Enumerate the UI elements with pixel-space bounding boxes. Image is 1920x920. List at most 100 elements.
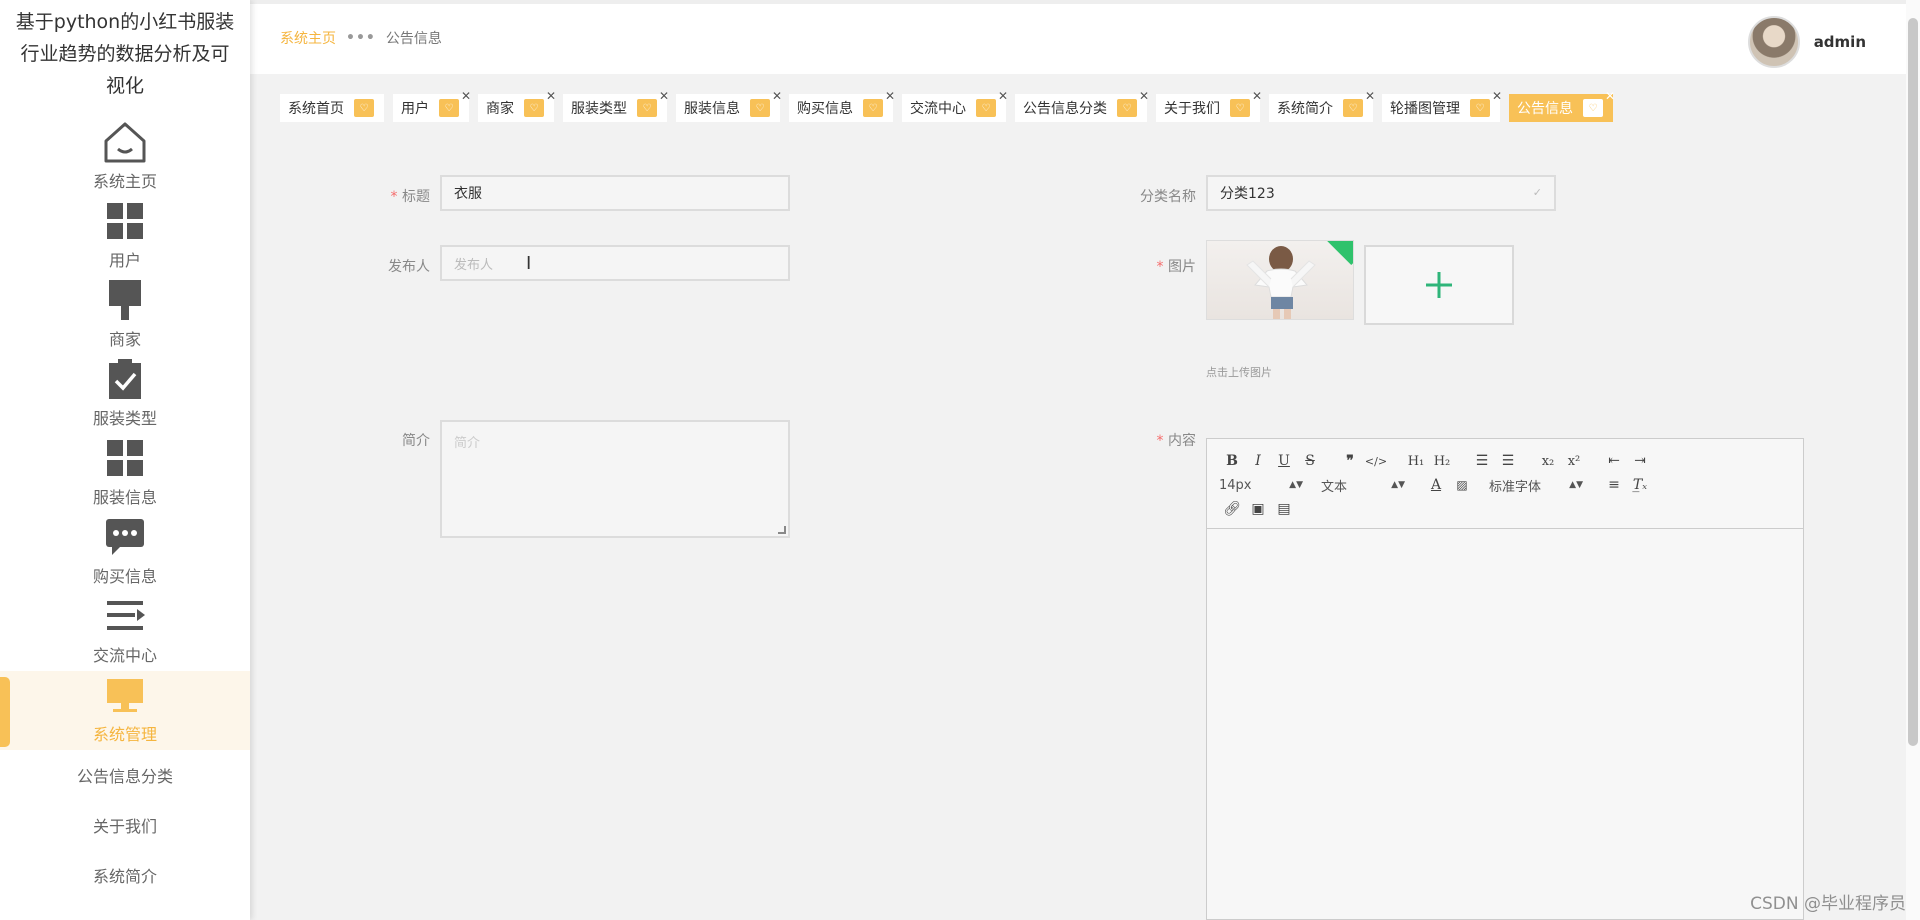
tab-badge-icon: ♡ [1230, 99, 1250, 117]
tab-clothing-types[interactable]: 服装类型 ♡ ✕ [563, 89, 669, 122]
category-value: 分类123 [1220, 186, 1275, 202]
content-label: 内容 [1106, 430, 1196, 450]
tab-system-home[interactable]: 系统首页 ♡ [280, 94, 384, 122]
sidebar-item-exchange[interactable]: 交流中心 [0, 592, 250, 671]
strikethrough-icon[interactable]: S [1297, 453, 1323, 469]
publisher-input[interactable]: 发布人 I [440, 245, 790, 281]
tab-badge-icon: ♡ [439, 99, 459, 117]
tab-carousel[interactable]: 轮播图管理 ♡ ✕ [1382, 89, 1502, 122]
updown-arrow-icon: ▲▼ [1289, 480, 1303, 490]
font-color-icon[interactable]: A [1423, 477, 1449, 493]
clothing-photo-image [1246, 246, 1316, 319]
background-color-icon[interactable]: ▨ [1449, 478, 1475, 492]
scrollbar-thumb[interactable] [1908, 18, 1918, 746]
tab-about-us[interactable]: 关于我们 ♡ ✕ [1156, 89, 1262, 122]
superscript-icon[interactable]: x² [1561, 454, 1587, 469]
ordered-list-icon[interactable]: ☰ [1469, 453, 1495, 469]
subscript-icon[interactable]: x₂ [1535, 454, 1561, 469]
close-icon[interactable]: ✕ [1252, 89, 1262, 103]
chevron-down-icon: ✓ [1532, 186, 1542, 199]
align-icon[interactable]: ≡ [1601, 477, 1627, 493]
monitor-icon [101, 671, 149, 719]
sidebar-item-clothing-info[interactable]: 服装信息 [0, 434, 250, 513]
tab-notice-categories[interactable]: 公告信息分类 ♡ ✕ [1015, 89, 1149, 122]
breadcrumb: 系统主页 ••• 公告信息 [280, 28, 442, 48]
tab-badge-icon: ♡ [976, 99, 996, 117]
heading2-icon[interactable]: H₂ [1429, 454, 1455, 469]
video-icon[interactable]: ▤ [1271, 501, 1297, 517]
tab-label: 公告信息分类 [1023, 101, 1107, 117]
sidebar-subitem-system-intro[interactable]: 系统简介 [0, 850, 250, 900]
sidebar-subitem-about-us[interactable]: 关于我们 [0, 800, 250, 850]
font-size-select[interactable]: 14px ▲▼ [1219, 478, 1303, 493]
upload-hint: 点击上传图片 [1206, 366, 1272, 379]
close-icon[interactable]: ✕ [546, 89, 556, 103]
italic-icon[interactable]: I [1245, 453, 1271, 469]
sidebar-item-merchants[interactable]: 商家 [0, 276, 250, 355]
blockquote-icon[interactable]: ❞ [1337, 453, 1363, 469]
editor-content-area[interactable] [1207, 529, 1803, 919]
clear-format-icon[interactable]: T̲ₓ [1627, 477, 1653, 493]
breadcrumb-home[interactable]: 系统主页 [280, 28, 336, 48]
uploaded-image-thumbnail[interactable] [1206, 240, 1354, 320]
code-block-icon[interactable]: </> [1363, 455, 1389, 468]
tab-label: 用户 [401, 101, 429, 117]
close-icon[interactable]: ✕ [659, 89, 669, 103]
close-icon[interactable]: ✕ [1365, 89, 1375, 103]
tab-users[interactable]: 用户 ♡ ✕ [393, 89, 471, 122]
tab-clothing-info[interactable]: 服装信息 ♡ ✕ [676, 89, 782, 122]
underline-icon[interactable]: U [1271, 453, 1297, 469]
title-input[interactable]: 衣服 [440, 175, 790, 211]
indent-icon[interactable]: ⇥ [1627, 453, 1653, 469]
outdent-icon[interactable]: ⇤ [1601, 453, 1627, 469]
close-icon[interactable]: ✕ [885, 89, 895, 103]
close-icon[interactable]: ✕ [1139, 89, 1149, 103]
sidebar-item-label: 商家 [108, 330, 141, 349]
sidebar-item-system-management[interactable]: 系统管理 [0, 671, 250, 750]
tab-system-intro[interactable]: 系统简介 ♡ ✕ [1269, 89, 1375, 122]
image-upload-button[interactable] [1364, 245, 1514, 325]
sidebar-item-clothing-types[interactable]: 服装类型 [0, 355, 250, 434]
block-type-select[interactable]: 文本 ▲▼ [1321, 476, 1405, 495]
sidebar-item-home[interactable]: 系统主页 [0, 118, 250, 197]
close-icon[interactable]: ✕ [461, 89, 471, 103]
close-icon[interactable]: ✕ [998, 89, 1008, 103]
close-icon[interactable]: ✕ [1605, 89, 1615, 103]
heading1-icon[interactable]: H₁ [1403, 454, 1429, 469]
watermark: CSDN @毕业程序员 [1750, 894, 1906, 914]
tab-label: 购买信息 [797, 101, 853, 117]
font-family-select[interactable]: 标准字体 ▲▼ [1489, 476, 1583, 495]
link-icon[interactable]: 🔗︎ [1219, 501, 1245, 517]
clipboard-check-icon [101, 355, 149, 403]
breadcrumb-separator: ••• [346, 30, 376, 46]
sidebar-subitem-notice-categories[interactable]: 公告信息分类 [0, 750, 250, 800]
tab-merchants[interactable]: 商家 ♡ ✕ [478, 89, 556, 122]
bullet-list-icon[interactable]: ☰ [1495, 453, 1521, 469]
resize-handle-icon[interactable] [778, 526, 786, 534]
publisher-placeholder: 发布人 [454, 257, 494, 273]
close-icon[interactable]: ✕ [1492, 89, 1502, 103]
tab-exchange[interactable]: 交流中心 ♡ ✕ [902, 89, 1008, 122]
home-icon [101, 118, 149, 166]
menu-list-icon [101, 592, 149, 640]
category-select[interactable]: 分类123 ✓ [1206, 175, 1556, 211]
chat-bubble-icon [101, 513, 149, 561]
avatar[interactable] [1747, 16, 1800, 68]
page-scrollbar[interactable] [1906, 0, 1920, 920]
tab-badge-icon: ♡ [1343, 99, 1363, 117]
close-icon[interactable]: ✕ [772, 89, 782, 103]
tab-notice-info[interactable]: 公告信息 ♡ ✕ [1509, 89, 1615, 122]
toolbar-row: B I U S ❞ </> H₁ H₂ ☰ ☰ x₂ x² ⇤ ⇥ [1219, 449, 1791, 473]
user-menu[interactable]: admin [1747, 16, 1866, 68]
image-icon[interactable]: ▣ [1245, 501, 1271, 517]
intro-textarea[interactable]: 简介 [440, 420, 790, 538]
title-label: 标题 [340, 186, 430, 206]
tab-badge-icon: ♡ [1470, 99, 1490, 117]
bold-icon[interactable]: B [1219, 453, 1245, 469]
tab-badge-icon: ♡ [1117, 99, 1137, 117]
username[interactable]: admin [1814, 33, 1866, 51]
sidebar-item-users[interactable]: 用户 [0, 197, 250, 276]
sidebar-item-purchases[interactable]: 购买信息 [0, 513, 250, 592]
sidebar-item-label: 系统管理 [92, 725, 157, 744]
tab-purchases[interactable]: 购买信息 ♡ ✕ [789, 89, 895, 122]
